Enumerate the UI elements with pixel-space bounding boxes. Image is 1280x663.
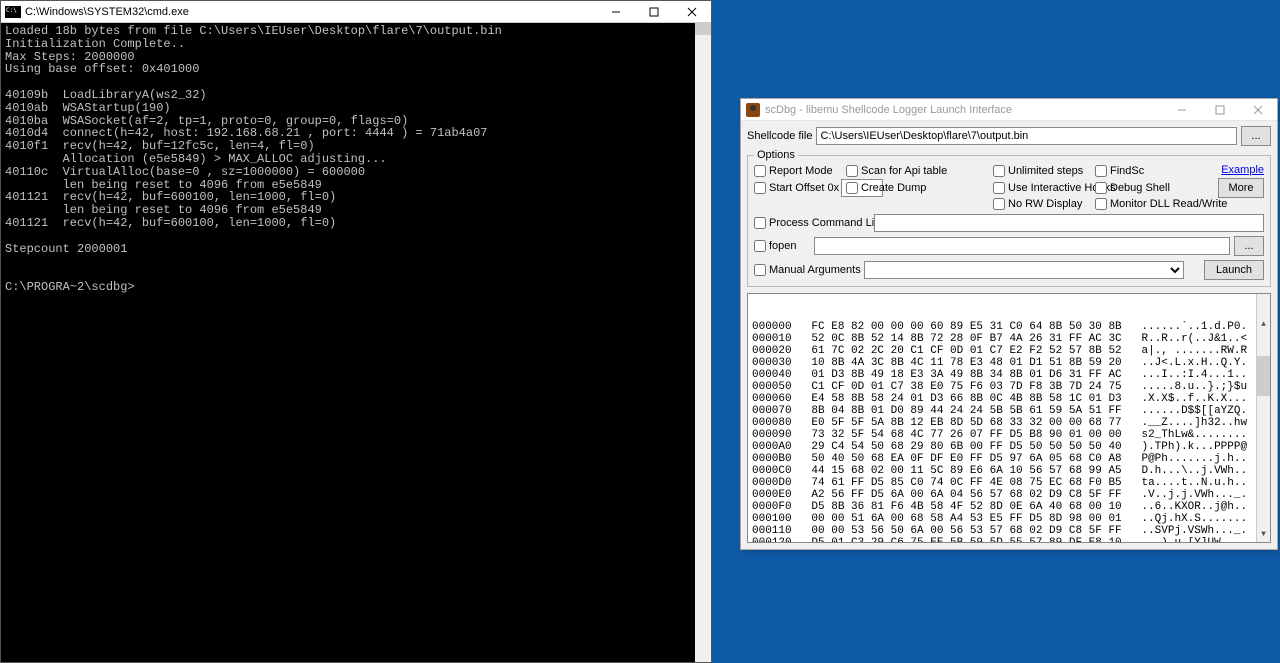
process-command-line-checkbox[interactable]: Process Command Line — [754, 217, 874, 229]
cmd-output[interactable]: Loaded 18b bytes from file C:\Users\IEUs… — [1, 23, 711, 662]
minimize-button[interactable] — [1163, 99, 1201, 120]
scdbg-window: scDbg - libemu Shellcode Logger Launch I… — [740, 98, 1278, 550]
scroll-down-icon[interactable]: ▼ — [1257, 528, 1270, 542]
fopen-checkbox[interactable]: fopen — [754, 240, 814, 252]
cmd-window-title: C:\Windows\SYSTEM32\cmd.exe — [25, 6, 597, 18]
hex-scrollbar-thumb[interactable] — [1257, 356, 1270, 396]
options-legend: Options — [754, 149, 798, 161]
shellcode-file-input[interactable] — [816, 127, 1237, 145]
close-button[interactable] — [673, 1, 711, 22]
minimize-icon — [1177, 105, 1187, 115]
scdbg-body: Shellcode file ... Options Report Mode S… — [741, 121, 1277, 549]
cmd-window: C:\Windows\SYSTEM32\cmd.exe Loaded 18b b… — [0, 0, 712, 663]
scdbg-titlebar[interactable]: scDbg - libemu Shellcode Logger Launch I… — [741, 99, 1277, 121]
fopen-browse-button[interactable]: ... — [1234, 236, 1264, 256]
close-icon — [1253, 105, 1263, 115]
cmd-titlebar[interactable]: C:\Windows\SYSTEM32\cmd.exe — [1, 1, 711, 23]
options-fieldset: Options Report Mode Scan for Api table U… — [747, 149, 1271, 287]
cmd-icon — [5, 6, 21, 18]
process-command-line-input[interactable] — [874, 214, 1264, 232]
hex-view[interactable]: 000000 FC E8 82 00 00 00 60 89 E5 31 C0 … — [747, 293, 1271, 543]
cmd-scrollbar[interactable] — [695, 23, 711, 662]
unlimited-steps-checkbox[interactable]: Unlimited steps — [993, 165, 1093, 177]
maximize-icon — [1215, 105, 1225, 115]
monitor-dll-checkbox[interactable]: Monitor DLL Read/Write — [1095, 198, 1170, 210]
close-button[interactable] — [1239, 99, 1277, 120]
browse-button[interactable]: ... — [1241, 126, 1271, 146]
scdbg-window-title: scDbg - libemu Shellcode Logger Launch I… — [765, 104, 1163, 116]
interactive-hooks-checkbox[interactable]: Use Interactive Hooks — [993, 182, 1093, 194]
manual-arguments-checkbox[interactable]: Manual Arguments — [754, 264, 864, 276]
debug-shell-checkbox[interactable]: Debug Shell — [1095, 182, 1170, 194]
no-rw-checkbox[interactable]: No RW Display — [993, 198, 1093, 210]
hex-content: 000000 FC E8 82 00 00 00 60 89 E5 31 C0 … — [752, 321, 1266, 543]
close-icon — [687, 7, 697, 17]
create-dump-checkbox[interactable]: Create Dump — [846, 182, 991, 194]
start-offset-checkbox[interactable]: Start Offset 0x — [754, 182, 839, 194]
launch-button[interactable]: Launch — [1204, 260, 1264, 280]
more-button[interactable]: More — [1218, 178, 1264, 198]
manual-arguments-select[interactable] — [864, 261, 1184, 279]
maximize-button[interactable] — [1201, 99, 1239, 120]
report-mode-checkbox[interactable]: Report Mode — [754, 165, 844, 177]
hex-scrollbar[interactable]: ▲ ▼ — [1256, 294, 1270, 542]
minimize-button[interactable] — [597, 1, 635, 22]
maximize-icon — [649, 7, 659, 17]
scdbg-app-icon — [746, 103, 760, 117]
start-offset-control: Start Offset 0x — [754, 179, 844, 197]
minimize-icon — [611, 7, 621, 17]
scroll-up-icon[interactable]: ▲ — [1257, 318, 1270, 332]
cmd-scrollbar-thumb[interactable] — [695, 23, 711, 35]
shellcode-file-row: Shellcode file ... — [747, 126, 1271, 146]
findsc-checkbox[interactable]: FindSc — [1095, 165, 1170, 177]
maximize-button[interactable] — [635, 1, 673, 22]
fopen-input[interactable] — [814, 237, 1230, 255]
scan-api-checkbox[interactable]: Scan for Api table — [846, 165, 991, 177]
shellcode-file-label: Shellcode file — [747, 130, 812, 142]
example-link[interactable]: Example — [1221, 164, 1264, 176]
